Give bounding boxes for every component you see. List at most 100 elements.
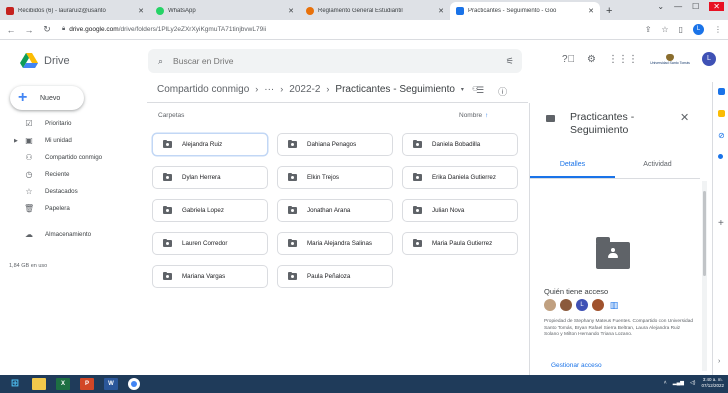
sidebar-item-reciente[interactable]: ◷ Reciente	[0, 166, 130, 183]
apps-grid-icon[interactable]: ⋮⋮⋮	[608, 54, 638, 65]
browser-tab-reglamento[interactable]: Reglamento General Estudiantil ✕	[300, 2, 450, 20]
volume-icon[interactable]: ◁)	[690, 380, 696, 386]
breadcrumb-root[interactable]: Compartido conmigo	[157, 84, 249, 95]
caret-down-icon[interactable]: ▾	[461, 86, 464, 93]
help-icon[interactable]: ?⃝	[562, 54, 575, 65]
search-box[interactable]: ⌕ ⚟	[148, 49, 522, 73]
folder-item[interactable]: Alejandra Ruiz	[152, 133, 268, 156]
browser-tab-whatsapp[interactable]: WhatsApp ✕	[150, 2, 300, 20]
shared-folder-icon	[413, 172, 422, 181]
priority-icon: ☑	[25, 119, 33, 128]
url-field[interactable]: 🔒︎ drive.google.com/drive/folders/1PlLy2…	[62, 26, 266, 33]
breadcrumb-ellipsis[interactable]: ···	[264, 84, 274, 95]
folder-item[interactable]: Paula Peñaloza	[277, 265, 393, 288]
sidebar-item-papelera[interactable]: 🗑︎ Papelera	[0, 200, 130, 217]
folder-item[interactable]: Lauren Corredor	[152, 232, 268, 255]
close-window-icon[interactable]: ✕	[709, 2, 724, 11]
close-icon[interactable]: ✕	[588, 7, 594, 15]
account-avatar[interactable]: L	[702, 52, 716, 66]
sidebar-item-mi-unidad[interactable]: ▶ ▣ Mi unidad	[0, 132, 130, 149]
star-icon: ☆	[25, 187, 33, 196]
crest-icon	[666, 53, 674, 61]
folder-item[interactable]: Julian Nova	[402, 199, 518, 222]
forward-icon[interactable]: →	[22, 25, 36, 35]
shared-folder-icon	[288, 139, 297, 148]
tasks-icon[interactable]: ⊘	[718, 132, 725, 140]
share-icon[interactable]: ⇪	[645, 25, 652, 34]
keep-icon[interactable]	[718, 110, 725, 117]
chevron-down-icon[interactable]: ⌄	[657, 2, 664, 11]
reload-icon[interactable]: ↻	[40, 24, 54, 35]
expand-arrow-icon[interactable]: ▶	[14, 138, 18, 144]
excel-icon[interactable]: X	[56, 378, 70, 390]
profile-avatar[interactable]: L	[693, 24, 704, 35]
folder-item[interactable]: Maria Paula Gutierrez	[402, 232, 518, 255]
sidebar-item-destacados[interactable]: ☆ Destacados	[0, 183, 130, 200]
menu-kebab-icon[interactable]: ⋮	[714, 25, 722, 34]
windows-start-icon[interactable]: ⊞	[8, 378, 22, 390]
settings-gear-icon[interactable]: ⚙	[587, 54, 596, 65]
sidepanel-icon[interactable]: ▯	[679, 25, 683, 34]
powerpoint-icon[interactable]: P	[80, 378, 94, 390]
info-icon[interactable]: ⓘ	[498, 85, 507, 98]
access-title: Quién tiene acceso	[544, 287, 609, 296]
section-label: Carpetas	[158, 112, 185, 119]
tray-chevron-icon[interactable]: ˄	[664, 380, 667, 386]
manage-access-button[interactable]: Gestionar acceso	[544, 359, 609, 372]
breadcrumb-middle[interactable]: 2022-2	[289, 84, 320, 95]
add-addon-icon[interactable]: +	[718, 219, 724, 229]
browser-tab-gmail[interactable]: Recibidos (6) - lauraruiz@usanto ✕	[0, 2, 150, 20]
close-icon[interactable]: ✕	[680, 111, 689, 124]
close-icon[interactable]: ✕	[288, 7, 294, 15]
bookmark-star-icon[interactable]: ☆	[661, 25, 668, 34]
search-options-icon[interactable]: ⚟	[506, 56, 514, 67]
chrome-icon[interactable]	[128, 378, 140, 390]
close-icon[interactable]: ✕	[438, 7, 444, 15]
header-divider	[147, 102, 528, 103]
chevron-right-icon[interactable]: ›	[718, 358, 720, 365]
search-input[interactable]	[173, 56, 474, 66]
back-icon[interactable]: ←	[4, 25, 18, 35]
sidebar-item-almacenamiento[interactable]: ☁ Almacenamiento	[0, 226, 130, 243]
header-actions: ?⃝ ⚙ ⋮⋮⋮ Universidad Santo Tomás L	[562, 52, 716, 66]
clock[interactable]: 3:40 a. m. 07/12/2022	[701, 377, 724, 389]
file-explorer-icon[interactable]	[32, 378, 46, 390]
sort-button[interactable]: Nombre ↑	[459, 112, 488, 119]
new-tab-button[interactable]: +	[606, 2, 612, 20]
organization-logo: Universidad Santo Tomás	[650, 52, 690, 66]
scrollbar-thumb[interactable]	[703, 191, 706, 276]
tab-detalles[interactable]: Detalles	[530, 159, 615, 178]
minimize-icon[interactable]: —	[674, 2, 682, 11]
access-avatars[interactable]: L ▥	[544, 299, 620, 311]
shared-folder-icon	[163, 172, 172, 181]
window-controls: ⌄ — ☐ ✕	[657, 2, 724, 11]
list-view-icon[interactable]: ☰	[476, 85, 484, 98]
new-button[interactable]: + Nuevo	[10, 86, 84, 110]
details-scrollbar[interactable]	[702, 181, 707, 371]
close-icon[interactable]: ✕	[138, 7, 144, 15]
folder-item[interactable]: Daniela Bobadilla	[402, 133, 518, 156]
folder-item[interactable]: Mariana Vargas	[152, 265, 268, 288]
folder-item[interactable]: Dahiana Penagos	[277, 133, 393, 156]
folder-item[interactable]: Elkin Trejos	[277, 166, 393, 189]
address-bar: ← → ↻ 🔒︎ drive.google.com/drive/folders/…	[0, 20, 728, 40]
sidebar-item-compartido[interactable]: ⚇ Compartido conmigo	[0, 149, 130, 166]
breadcrumb-current[interactable]: Practicantes - Seguimiento	[335, 84, 455, 95]
search-icon[interactable]: ⌕	[158, 56, 163, 67]
folder-item[interactable]: Erika Daniela Gutierrez	[402, 166, 518, 189]
maximize-icon[interactable]: ☐	[692, 2, 699, 11]
contacts-icon[interactable]	[718, 154, 723, 159]
folder-item[interactable]: Gabriela Lopez	[152, 199, 268, 222]
browser-tab-drive[interactable]: Practicantes - Seguimiento - Goo ✕	[450, 2, 600, 20]
tab-actividad[interactable]: Actividad	[615, 159, 700, 178]
folder-item[interactable]: Dylan Herrera	[152, 166, 268, 189]
word-icon[interactable]: W	[104, 378, 118, 390]
folder-item[interactable]: Maria Alejandra Salinas	[277, 232, 393, 255]
trash-icon: 🗑︎	[24, 204, 35, 213]
network-icon[interactable]: ▂▄▆	[673, 380, 684, 386]
user-avatar	[544, 299, 556, 311]
sidebar-item-prioritario[interactable]: ☑ Prioritario	[0, 115, 130, 132]
drive-logo-icon[interactable]	[20, 53, 38, 69]
calendar-icon[interactable]	[718, 88, 725, 95]
folder-item[interactable]: Jonathan Arana	[277, 199, 393, 222]
